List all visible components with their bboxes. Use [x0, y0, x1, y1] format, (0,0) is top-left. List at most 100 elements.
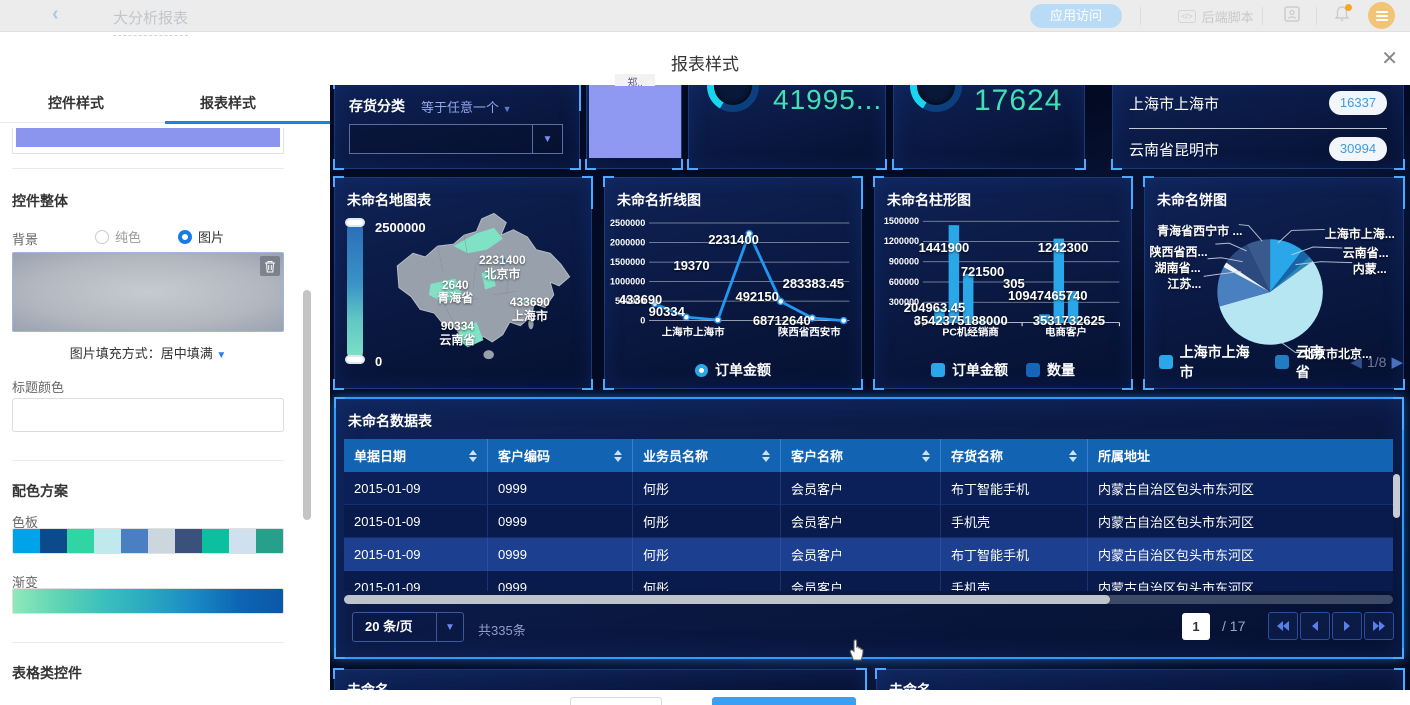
gauge-widget-1[interactable]: 41995...	[688, 85, 886, 169]
gauge-widget-2[interactable]: 17624	[893, 85, 1085, 169]
chevron-down-icon[interactable]: ▼	[436, 613, 463, 641]
backend-script-button[interactable]: </> 后端脚本	[1178, 7, 1254, 26]
last-page-button[interactable]	[1364, 612, 1394, 640]
table-column-header[interactable]: 单据日期	[344, 439, 488, 472]
map-data-label: 90334云南省	[439, 320, 475, 348]
page-number-input[interactable]: 1	[1182, 613, 1210, 640]
legend-item[interactable]: 订单金额	[695, 360, 771, 380]
table-cell: 内蒙古自治区包头市东河区	[1088, 505, 1393, 538]
filter-widget[interactable]: 存货分类 等于任意一个 ▼ ▼	[334, 85, 580, 169]
palette-swatch[interactable]	[121, 529, 148, 553]
table-header-row: 单据日期客户编码业务员名称客户名称存货名称所属地址	[344, 439, 1393, 472]
active-tab-underline	[165, 121, 330, 124]
tab-report-style[interactable]: 报表样式	[200, 93, 256, 113]
legend-square-icon	[1159, 355, 1173, 369]
legend-item[interactable]: 数量	[1026, 360, 1075, 380]
section-scheme-title: 配色方案	[12, 481, 68, 501]
color-swatch	[16, 128, 280, 147]
app-access-button[interactable]: 应用访问	[1030, 4, 1122, 28]
divider	[1262, 7, 1263, 25]
next-icon[interactable]: ▶	[1391, 353, 1403, 371]
table-column-header[interactable]: 存货名称	[941, 439, 1088, 472]
table-row[interactable]: 2015-01-090999何彤会员客户布丁智能手机内蒙古自治区包头市东河区	[344, 538, 1393, 571]
scrollbar-thumb[interactable]	[344, 595, 1110, 604]
palette-swatch[interactable]	[40, 529, 67, 553]
pie-pager[interactable]: ◀1/8▶	[1350, 353, 1403, 371]
table-row[interactable]: 2015-01-090999何彤会员客户手机壳内蒙古自治区包头市东河区	[344, 505, 1393, 538]
chevron-down-icon: ▼	[503, 104, 512, 114]
palette-swatch[interactable]	[229, 529, 256, 553]
chevron-down-icon[interactable]: ▼	[532, 125, 562, 153]
radio-image-option[interactable]: 图片	[178, 227, 224, 246]
palette-swatch[interactable]	[202, 529, 229, 553]
filter-select-input[interactable]: ▼	[349, 124, 563, 154]
sort-icon[interactable]	[1069, 450, 1077, 462]
partial-bar-widget[interactable]	[586, 85, 682, 169]
table-row[interactable]: 2015-01-090999何彤会员客户手机壳内蒙古自治区包头市东河区	[344, 571, 1393, 591]
sort-icon[interactable]	[922, 450, 930, 462]
prev-page-button[interactable]	[1300, 612, 1330, 640]
table-column-header[interactable]: 客户编码	[488, 439, 633, 472]
sidebar-scrollbar[interactable]	[303, 290, 311, 520]
divider	[1140, 7, 1141, 25]
table-row[interactable]: 2015-01-090999何彤会员客户布丁智能手机内蒙古自治区包头市东河区	[344, 472, 1393, 505]
palette-bar[interactable]	[12, 528, 284, 554]
data-label: 3531732625	[1033, 313, 1105, 328]
palette-swatch[interactable]	[256, 529, 283, 553]
map-color-scale[interactable]	[347, 222, 363, 360]
svg-text:1500000: 1500000	[884, 216, 919, 226]
palette-swatch[interactable]	[13, 529, 40, 553]
bar-chart-widget[interactable]: 未命名柱形图 150000012000009000006000003000000…	[874, 177, 1132, 389]
data-table-widget[interactable]: 未命名数据表 单据日期客户编码业务员名称客户名称存货名称所属地址 2015-01…	[334, 397, 1404, 659]
title-color-input[interactable]	[12, 398, 284, 432]
cancel-button[interactable]	[570, 697, 662, 705]
table-cell: 会员客户	[781, 505, 941, 538]
chart-legend[interactable]: 订单金额数量	[875, 360, 1131, 380]
prev-icon[interactable]: ◀	[1350, 353, 1362, 371]
palette-swatch[interactable]	[148, 529, 175, 553]
trash-icon[interactable]	[260, 256, 280, 276]
contact-card-icon[interactable]	[1283, 5, 1301, 28]
confirm-button[interactable]	[712, 697, 856, 705]
map-chart-widget[interactable]: 未命名地图表 2500000 0 2231400北京市2640青海省433690…	[334, 177, 592, 389]
tab-control-style[interactable]: 控件样式	[48, 93, 104, 113]
legend-item[interactable]: 订单金额	[931, 360, 1008, 380]
table-column-header[interactable]: 业务员名称	[633, 439, 781, 472]
table-column-header[interactable]: 所属地址	[1088, 439, 1393, 472]
palette-swatch[interactable]	[175, 529, 202, 553]
background-image-preview[interactable]	[12, 252, 284, 332]
color-swatch-box[interactable]	[12, 128, 284, 154]
back-icon[interactable]: ‹	[52, 3, 59, 26]
table-cell: 0999	[488, 472, 633, 505]
horizontal-scrollbar[interactable]	[344, 595, 1393, 604]
sort-icon[interactable]	[469, 450, 477, 462]
chart-legend[interactable]: 上海市上海市云南省 ◀1/8▶	[1145, 342, 1403, 382]
scale-handle[interactable]	[345, 355, 365, 364]
avatar[interactable]	[1368, 2, 1395, 29]
scale-handle[interactable]	[345, 218, 365, 227]
divider	[12, 642, 284, 643]
ranking-widget[interactable]: 上海市上海市 16337 云南省昆明市 30994	[1112, 85, 1404, 169]
close-icon[interactable]: ✕	[1381, 46, 1398, 71]
pie-chart-widget[interactable]: 未命名饼图 青海省西宁市 ...陕西省西...湖南省...江苏...上海市上海.…	[1144, 177, 1404, 389]
gradient-bar[interactable]	[12, 588, 284, 614]
chart-legend[interactable]: 订单金额	[605, 360, 861, 380]
filter-operator[interactable]: 等于任意一个 ▼	[421, 97, 512, 116]
vertical-scrollbar-thumb[interactable]	[1393, 474, 1400, 518]
legend-item[interactable]: 云南省	[1275, 342, 1336, 382]
next-page-button[interactable]	[1332, 612, 1362, 640]
filter-label: 存货分类	[349, 96, 405, 116]
legend-item[interactable]: 上海市上海市	[1159, 342, 1261, 382]
image-fill-mode[interactable]: 图片填充方式：居中填满 ▼	[0, 343, 296, 362]
code-icon: </>	[1178, 10, 1196, 23]
palette-swatch[interactable]	[67, 529, 94, 553]
palette-swatch[interactable]	[94, 529, 121, 553]
table-column-header[interactable]: 客户名称	[781, 439, 941, 472]
app-topbar: ‹ 大分析报表 应用访问 </> 后端脚本	[0, 0, 1410, 32]
page-size-select[interactable]: 20 条/页 ▼	[352, 612, 464, 642]
line-chart-widget[interactable]: 未命名折线图 250000020000001500000100000050000…	[604, 177, 862, 389]
radio-solid-option[interactable]: 纯色	[95, 227, 141, 246]
sort-icon[interactable]	[614, 450, 622, 462]
first-page-button[interactable]	[1268, 612, 1298, 640]
sort-icon[interactable]	[762, 450, 770, 462]
